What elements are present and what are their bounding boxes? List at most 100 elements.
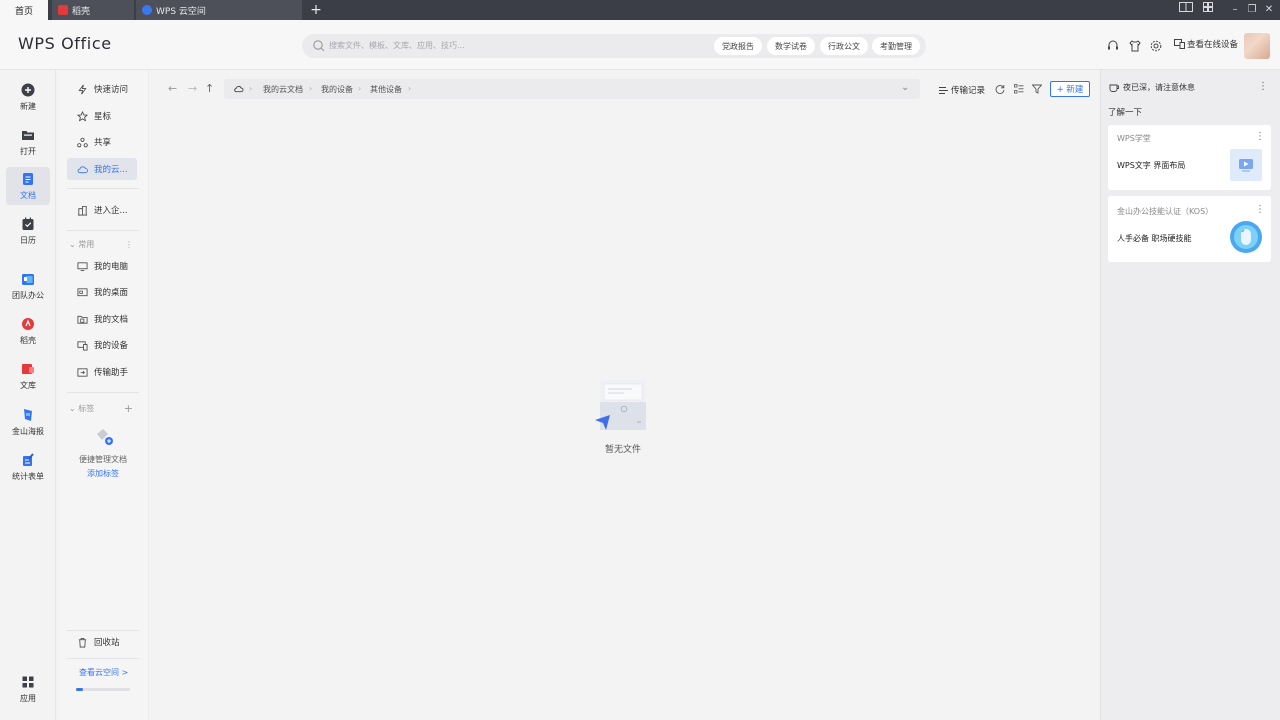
restore-icon[interactable]: ❐ — [1243, 0, 1261, 20]
online-devices-button[interactable]: 查看在线设备 — [1174, 38, 1238, 50]
more-icon[interactable]: ⋮ — [125, 240, 133, 249]
chip-party-report[interactable]: 党政报告 — [714, 37, 762, 55]
rail-apps[interactable]: 应用 — [6, 670, 50, 708]
tab-label: WPS 云空间 — [156, 6, 206, 17]
tab-bar: 首页 稻壳 WPS 云空间 + – ❐ ✕ — [0, 0, 1280, 20]
rail-label: 金山海报 — [12, 426, 44, 436]
rail-team[interactable]: 团队办公 — [6, 267, 50, 305]
breadcrumb-separator: › — [408, 84, 412, 93]
rail-new[interactable]: 新建 — [6, 78, 50, 116]
tags-section-header[interactable]: ⌄ 标签 + — [69, 402, 133, 415]
chip-official-doc[interactable]: 行政公文 — [820, 37, 868, 55]
trash-icon — [78, 637, 87, 647]
back-arrow-icon[interactable]: ← — [168, 82, 177, 95]
search-placeholder: 搜索文件、模板、文库、应用、技巧... — [329, 41, 465, 50]
layout-icon[interactable] — [1177, 0, 1195, 20]
tab-docer[interactable]: 稻壳 — [52, 0, 134, 20]
transfer-label: 传输记录 — [951, 86, 986, 96]
left-rail: 新建 打开 文档 日历 团队办公 稻壳 文库 金山海报 统计表单 应用 — [0, 70, 56, 720]
storage-progress-bar — [76, 688, 130, 691]
nav-my-desktop[interactable]: 我的桌面 — [67, 281, 137, 303]
nav-label: 我的桌面 — [94, 288, 129, 298]
rail-calendar[interactable]: 日历 — [6, 212, 50, 250]
nav-my-cloud[interactable]: 我的云... — [67, 158, 137, 180]
rail-label: 新建 — [20, 101, 36, 111]
apps-grid-icon — [22, 676, 34, 687]
docer-icon — [58, 5, 68, 15]
card-title: 金山办公技能认证（KOS） — [1117, 207, 1214, 216]
nav-label: 星标 — [94, 112, 112, 122]
nav-starred[interactable]: 星标 — [67, 105, 137, 127]
chip-math-paper[interactable]: 数学试卷 — [767, 37, 815, 55]
chip-attendance[interactable]: 考勤管理 — [872, 37, 920, 55]
view-cloud-space-link[interactable]: 查看云空间 > — [79, 667, 128, 678]
breadcrumb-item[interactable]: 我的云文档 — [263, 84, 303, 95]
up-arrow-icon[interactable]: ↑ — [205, 82, 214, 95]
more-icon[interactable]: ⋮ — [1255, 131, 1265, 142]
common-section-header[interactable]: ⌄ 常用 ⋮ — [69, 239, 133, 250]
folder-icon — [22, 130, 34, 140]
breadcrumb[interactable]: › 我的云文档 › 我的设备 › 其他设备 › ⌄ — [224, 79, 920, 99]
add-tag-link[interactable]: 添加标签 — [57, 468, 149, 479]
empty-state-text: 暂无文件 — [604, 445, 641, 455]
tag-hint-text: 便捷管理文档 — [79, 455, 127, 464]
team-icon — [22, 273, 34, 285]
grid-icon[interactable] — [1199, 0, 1217, 20]
calendar-icon — [22, 217, 34, 230]
nav-label: 快速访问 — [94, 85, 129, 95]
card-wps-academy[interactable]: WPS学堂 ⋮ WPS文字 界面布局 — [1108, 125, 1271, 190]
new-tab-button[interactable]: + — [308, 0, 324, 20]
forward-arrow-icon[interactable]: → — [188, 82, 197, 95]
more-icon[interactable]: ⋮ — [1255, 204, 1265, 215]
online-devices-label: 查看在线设备 — [1187, 40, 1239, 50]
breadcrumb-item[interactable]: 其他设备 — [370, 84, 402, 95]
divider — [67, 230, 139, 231]
add-tag-plus-icon[interactable]: + — [124, 402, 133, 415]
tab-home[interactable]: 首页 — [0, 0, 48, 20]
nav-quick-access[interactable]: 快速访问 — [67, 78, 137, 100]
rail-label: 应用 — [20, 693, 36, 703]
rail-docer[interactable]: 稻壳 — [6, 312, 50, 350]
nav-my-devices[interactable]: 我的设备 — [67, 334, 137, 356]
form-icon — [23, 452, 34, 466]
breadcrumb-item[interactable]: 我的设备 — [321, 84, 353, 95]
nav-shared[interactable]: 共享 — [67, 131, 137, 153]
nav-my-documents[interactable]: 我的文档 — [67, 308, 137, 330]
rail-docs[interactable]: 文档 — [6, 167, 50, 205]
rail-form[interactable]: 统计表单 — [6, 448, 50, 486]
close-icon[interactable]: ✕ — [1260, 0, 1278, 20]
rail-label: 文档 — [20, 190, 36, 200]
nav-transfer-assistant[interactable]: 传输助手 — [67, 361, 137, 383]
wps-logo: WPS Office — [18, 34, 112, 53]
nav-enterprise[interactable]: 进入企... — [67, 199, 137, 221]
transfer-records-button[interactable]: 传输记录 — [939, 84, 985, 96]
tab-label: 首页 — [14, 6, 33, 17]
headset-icon[interactable] — [1106, 39, 1120, 53]
filter-icon[interactable] — [1032, 84, 1042, 94]
building-icon — [77, 205, 88, 215]
search-box[interactable]: 搜索文件、模板、文库、应用、技巧... 党政报告 数学试卷 行政公文 考勤管理 — [302, 34, 926, 58]
card-text: 人手必备 职场硬技能 — [1117, 234, 1192, 243]
rail-label: 文库 — [20, 380, 36, 390]
refresh-icon[interactable] — [995, 84, 1005, 94]
chevron-down-icon[interactable]: ⌄ — [901, 82, 909, 93]
settings-gear-icon[interactable] — [1149, 39, 1163, 53]
rail-library[interactable]: 文库 — [6, 357, 50, 395]
list-view-icon[interactable] — [1014, 84, 1024, 94]
tab-wps-cloud[interactable]: WPS 云空间 — [136, 0, 302, 20]
rail-open[interactable]: 打开 — [6, 123, 50, 161]
more-icon[interactable]: ⋮ — [1258, 81, 1268, 92]
computer-icon — [77, 261, 88, 271]
breadcrumb-separator: › — [309, 84, 313, 93]
rail-poster[interactable]: 金山海报 — [6, 403, 50, 441]
header: WPS Office 搜索文件、模板、文库、应用、技巧... 党政报告 数学试卷… — [0, 20, 1280, 70]
avatar[interactable] — [1244, 33, 1270, 59]
skin-shirt-icon[interactable] — [1128, 39, 1142, 53]
new-button[interactable]: + 新建 — [1050, 81, 1090, 97]
nav-recycle-bin[interactable]: 回收站 — [67, 631, 137, 653]
nav-my-computer[interactable]: 我的电脑 — [67, 255, 137, 277]
card-kos-certification[interactable]: 金山办公技能认证（KOS） ⋮ 人手必备 职场硬技能 — [1108, 196, 1271, 262]
rest-notice: 夜已深，请注意休息 — [1109, 82, 1195, 93]
minimize-icon[interactable]: – — [1226, 0, 1244, 20]
rail-label: 统计表单 — [12, 471, 44, 481]
